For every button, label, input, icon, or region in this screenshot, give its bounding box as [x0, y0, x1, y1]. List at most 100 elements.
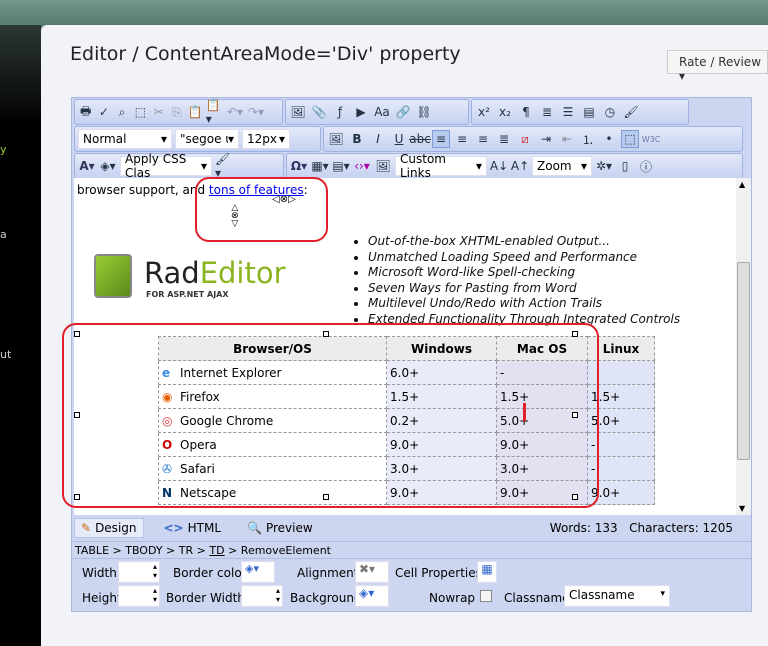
italic-icon[interactable]: I [369, 130, 387, 148]
feature-item: Multilevel Undo/Redo with Action Trails [368, 296, 680, 312]
indent-icon[interactable]: ⇥ [537, 130, 555, 148]
convert-lower-icon[interactable]: A↓ [490, 157, 508, 175]
feature-item: Seven Ways for Pasting from Word [368, 281, 680, 297]
insert-table-icon[interactable]: ▦▾ [311, 157, 329, 175]
format-painter-icon[interactable]: 🖌▾ [215, 152, 233, 180]
remove-element-link[interactable]: RemoveElement [241, 544, 331, 557]
hyperlink-icon[interactable]: 🔗 [394, 103, 412, 121]
insert-snippet-icon[interactable]: ≣ [538, 103, 556, 121]
feature-item: Out-of-the-box XHTML-enabled Output... [368, 234, 680, 250]
align-left-icon[interactable]: ≡ [432, 130, 450, 148]
breadcrumb-item[interactable]: TABLE [75, 544, 109, 557]
align-right-icon[interactable]: ≡ [474, 130, 492, 148]
bold-icon[interactable]: B [348, 130, 366, 148]
background-color-picker[interactable]: ◈▾ [355, 585, 389, 607]
scroll-down-icon[interactable]: ▼ [739, 504, 745, 513]
redo-icon[interactable]: ↷▾ [247, 103, 265, 121]
fore-color-icon[interactable]: A▾ [78, 157, 96, 175]
font-size-select[interactable]: 12px ▾ [242, 129, 290, 149]
paste-icon[interactable]: 📋 [188, 103, 203, 121]
sidebar-fragment[interactable]: a [0, 228, 7, 241]
print-icon[interactable]: 🖶 [78, 103, 93, 121]
copy-icon[interactable]: ⎘ [169, 103, 184, 121]
xhtml-validator-icon[interactable]: W3C [642, 130, 661, 148]
format-stripper-icon[interactable]: 🖌 [622, 103, 640, 121]
zoom-select[interactable]: Zoom ▾ [532, 156, 592, 176]
border-color-picker[interactable]: ◈▾ [241, 561, 275, 583]
spellcheck-icon[interactable]: ✓ [96, 103, 111, 121]
border-width-input[interactable]: ▴ ▾ [241, 585, 283, 607]
css-class-select[interactable]: Apply CSS Clas ▾ [120, 152, 212, 180]
breadcrumb-item[interactable]: TR [179, 544, 193, 557]
rate-review-button[interactable]: Rate / Review ▾ [667, 50, 768, 83]
insert-date-icon[interactable]: ◷ [601, 103, 619, 121]
scroll-up-icon[interactable]: ▲ [739, 180, 745, 189]
media-manager-icon[interactable]: ▶ [352, 103, 370, 121]
css-class-value: Apply CSS Clas [125, 152, 187, 180]
align-center-icon[interactable]: ≡ [453, 130, 471, 148]
scroll-thumb[interactable] [737, 262, 750, 460]
cell-properties-button[interactable]: ▦ [477, 561, 497, 583]
superscript-icon[interactable]: x² [475, 103, 493, 121]
font-size-value: 12px [247, 132, 277, 146]
subscript-icon[interactable]: x₂ [496, 103, 514, 121]
paragraph-style-select[interactable]: Normal ▾ [78, 129, 172, 149]
breadcrumb-item-current[interactable]: TD [209, 544, 224, 557]
underline-icon[interactable]: U [390, 130, 408, 148]
template-manager-icon[interactable]: Aa [373, 103, 391, 121]
module-manager-icon[interactable]: ✲▾ [595, 157, 613, 175]
sidebar-fragment[interactable]: ut [0, 348, 11, 361]
image-map-icon[interactable]: 🖼 [327, 130, 345, 148]
alignment-picker[interactable]: ✖▾ [355, 561, 389, 583]
insert-custom-icon[interactable]: ‹›▾ [353, 157, 371, 175]
nowrap-checkbox[interactable] [480, 590, 492, 602]
breadcrumb-item[interactable]: TBODY [125, 544, 162, 557]
paste-options-icon[interactable]: 📋▾ [206, 98, 221, 126]
outdent-icon[interactable]: ⇤ [558, 130, 576, 148]
font-name-select[interactable]: "segoe ui",arial,▾ [175, 129, 239, 149]
width-input[interactable]: ▴ ▾ [118, 561, 160, 583]
flash-manager-icon[interactable]: ƒ [331, 103, 349, 121]
horizontal-rule-icon[interactable]: ☰ [559, 103, 577, 121]
custom-links-select[interactable]: Custom Links ▾ [395, 152, 487, 180]
custom-links-value: Custom Links [400, 152, 446, 180]
remove-link-icon[interactable]: ⛓ [415, 103, 433, 121]
vertical-scrollbar[interactable]: ▲ ▼ [736, 178, 751, 515]
select-all-icon[interactable]: ⬚ [133, 103, 148, 121]
strikethrough-icon[interactable]: abc [409, 130, 431, 148]
sidebar-fragment[interactable]: y [0, 143, 7, 156]
height-input[interactable]: ▴ ▾ [118, 585, 160, 607]
document-manager-icon[interactable]: 📎 [310, 103, 328, 121]
border-color-label: Border color [173, 566, 247, 580]
toggle-borders-icon[interactable]: ⬚ [621, 130, 639, 148]
back-color-icon[interactable]: ◈▾ [99, 157, 117, 175]
find-icon[interactable]: ⌕ [115, 103, 130, 121]
bulleted-list-icon[interactable]: • [600, 130, 618, 148]
separator: > [162, 544, 179, 557]
special-characters-icon[interactable]: Ω▾ [290, 157, 308, 175]
toolbar-row-1: 🖶 ✓ ⌕ ⬚ ✂ ⎘ 📋 📋▾ ↶▾ ↷▾ 🖼 📎 ƒ ▶ Aa 🔗 ⛓ x² x₂ ¶ ≣ ☰ ▤ ◷ 🖌 [74, 98, 689, 126]
classname-label: Classname [504, 591, 570, 605]
undo-icon[interactable]: ↶▾ [226, 103, 244, 121]
format-block-icon[interactable]: ▤ [580, 103, 598, 121]
classname-select[interactable]: Classname ▾ [564, 585, 670, 607]
cut-icon[interactable]: ✂ [151, 103, 166, 121]
feature-item: Microsoft Word-like Spell-checking [368, 265, 680, 281]
numbered-list-icon[interactable]: ⒈ [579, 130, 597, 148]
font-name-value: "segoe ui",arial, [180, 132, 228, 146]
tab-html[interactable]: <> HTML [158, 519, 228, 537]
justify-icon[interactable]: ≣ [495, 130, 513, 148]
tab-preview[interactable]: 🔍 Preview [241, 519, 319, 537]
image-properties-icon[interactable]: 🖼 [374, 157, 392, 175]
toggle-screen-icon[interactable]: ▯ [616, 157, 634, 175]
justify-none-icon[interactable]: ⧄ [516, 130, 534, 148]
insert-list-icon[interactable]: ▤▾ [332, 157, 350, 175]
about-icon[interactable]: ⓘ [637, 157, 655, 175]
paragraph-icon[interactable]: ¶ [517, 103, 535, 121]
image-manager-icon[interactable]: 🖼 [289, 103, 307, 121]
convert-upper-icon[interactable]: A↑ [511, 157, 529, 175]
width-label: Width [82, 566, 117, 580]
word-count: Words: 133 [549, 521, 618, 535]
magnifier-icon: 🔍 [247, 521, 262, 535]
tab-design[interactable]: ✎ Design [74, 518, 144, 538]
